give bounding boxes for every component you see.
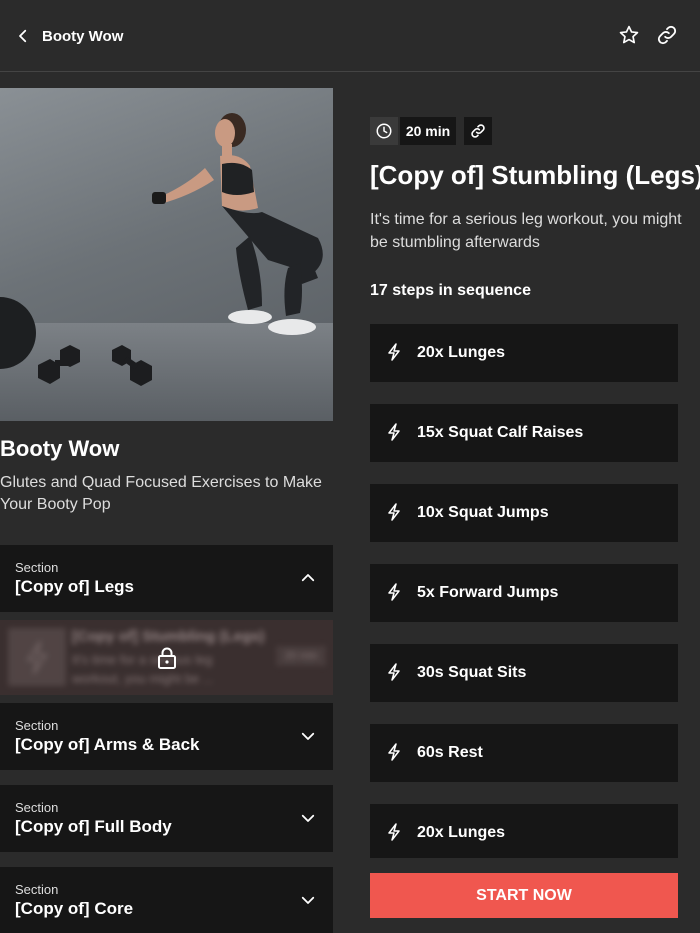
section-core[interactable]: Section [Copy of] Core <box>0 867 333 933</box>
back-label: Booty Wow <box>42 27 124 45</box>
step-item[interactable]: 20x Lunges <box>370 324 678 382</box>
step-label: 30s Squat Sits <box>417 664 527 681</box>
steps-count-heading: 17 steps in sequence <box>370 282 531 299</box>
step-label: 5x Forward Jumps <box>417 584 559 601</box>
lock-icon <box>158 647 176 669</box>
step-item[interactable]: 30s Squat Sits <box>370 644 678 702</box>
star-icon[interactable] <box>618 24 640 46</box>
chevron-down-icon <box>301 896 315 904</box>
section-label: Section <box>15 718 59 733</box>
program-description: Glutes and Quad Focused Exercises to Mak… <box>0 474 322 513</box>
lightning-icon <box>388 823 400 841</box>
section-title: [Copy of] Full Body <box>15 817 172 836</box>
lightning-icon <box>8 628 66 686</box>
lightning-icon <box>388 503 400 521</box>
program-title: Booty Wow <box>0 436 120 461</box>
section-title: [Copy of] Legs <box>15 577 134 596</box>
lightning-icon <box>388 743 400 761</box>
section-title: [Copy of] Core <box>15 899 134 918</box>
step-label: 10x Squat Jumps <box>417 504 549 521</box>
workout-duration: 20 min <box>400 117 456 145</box>
section-label: Section <box>15 560 59 575</box>
section-arms-back[interactable]: Section [Copy of] Arms & Back <box>0 703 333 770</box>
step-label: 20x Lunges <box>417 344 506 361</box>
lightning-icon <box>388 343 400 361</box>
section-label: Section <box>15 882 59 897</box>
locked-workout-title: [Copy of] Stumbling (Legs) <box>72 628 265 645</box>
step-item[interactable]: 20x Lunges <box>370 804 678 858</box>
step-label: 20x Lunges <box>417 824 506 841</box>
chevron-down-icon <box>301 732 315 740</box>
link-icon[interactable] <box>656 24 678 46</box>
chevron-up-icon <box>301 574 315 582</box>
clock-icon <box>370 117 398 145</box>
chevron-left-icon <box>19 29 27 43</box>
lightning-icon <box>388 423 400 441</box>
step-label: 15x Squat Calf Raises <box>417 424 584 441</box>
section-legs[interactable]: Section [Copy of] Legs <box>0 545 333 612</box>
section-title: [Copy of] Arms & Back <box>15 735 200 754</box>
chevron-down-icon <box>301 814 315 822</box>
link-icon[interactable] <box>464 117 492 145</box>
section-full-body[interactable]: Section [Copy of] Full Body <box>0 785 333 852</box>
top-bar: Booty Wow <box>0 0 700 72</box>
back-button[interactable]: Booty Wow <box>14 22 123 50</box>
program-hero-image <box>0 88 333 421</box>
start-now-button[interactable]: START NOW <box>370 873 678 918</box>
step-item[interactable]: 15x Squat Calf Raises <box>370 404 678 462</box>
step-item[interactable]: 10x Squat Jumps <box>370 484 678 542</box>
locked-workout-card[interactable]: [Copy of] Stumbling (Legs) It's time for… <box>0 620 333 695</box>
workout-description: It's time for a serious leg workout, you… <box>370 211 682 251</box>
locked-workout-duration: 20 min <box>276 646 326 666</box>
step-label: 60s Rest <box>417 744 483 761</box>
step-item[interactable]: 5x Forward Jumps <box>370 564 678 622</box>
lightning-icon <box>388 583 400 601</box>
section-label: Section <box>15 800 59 815</box>
step-item[interactable]: 60s Rest <box>370 724 678 782</box>
workout-title: [Copy of] Stumbling (Legs) <box>370 160 700 190</box>
lightning-icon <box>388 663 400 681</box>
